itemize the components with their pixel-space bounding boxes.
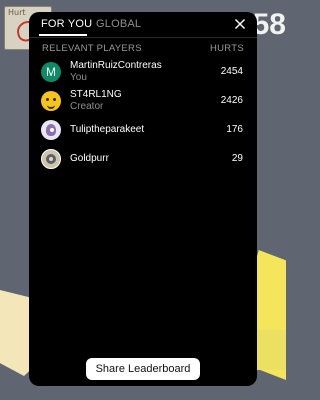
avatar <box>41 149 61 169</box>
player-score: 2426 <box>220 95 243 106</box>
column-header-players: RELEVANT PLAYERS <box>42 43 142 54</box>
player-name: MartinRuizContreras <box>70 60 162 71</box>
active-tab-indicator <box>39 34 87 36</box>
background-counter: 58 <box>252 8 286 41</box>
player-name: Tuliptheparakeet <box>70 124 145 135</box>
player-row[interactable]: Goldpurr 29 <box>29 145 257 174</box>
avatar <box>41 91 61 111</box>
player-row[interactable]: ST4RL1NG Creator 2426 <box>29 87 257 116</box>
player-score: 176 <box>226 124 243 135</box>
share-leaderboard-button[interactable]: Share Leaderboard <box>86 358 200 380</box>
tab-for-you[interactable]: FOR YOU <box>41 18 92 30</box>
player-score: 2454 <box>220 66 243 77</box>
player-score: 29 <box>231 153 243 164</box>
close-icon <box>235 19 245 29</box>
player-row[interactable]: Tuliptheparakeet 176 <box>29 116 257 145</box>
leaderboard-panel: FOR YOU GLOBAL RELEVANT PLAYERS HURTS M … <box>29 12 257 386</box>
avatar <box>41 120 61 140</box>
column-header-hurts: HURTS <box>209 43 244 54</box>
player-subtitle: Creator <box>70 101 104 112</box>
player-name: ST4RL1NG <box>70 89 122 100</box>
tab-global[interactable]: GLOBAL <box>96 18 141 30</box>
player-list: M MartinRuizContreras You 2454 ST4RL1NG … <box>29 58 257 174</box>
close-button[interactable] <box>231 15 249 33</box>
tab-bar: FOR YOU GLOBAL <box>29 12 257 38</box>
player-name: Goldpurr <box>70 153 109 164</box>
player-subtitle: You <box>70 72 87 83</box>
background-shape-right-lower <box>256 330 286 370</box>
avatar: M <box>41 62 61 82</box>
player-row[interactable]: M MartinRuizContreras You 2454 <box>29 58 257 87</box>
thumbnail-label: Hurt <box>8 8 26 17</box>
